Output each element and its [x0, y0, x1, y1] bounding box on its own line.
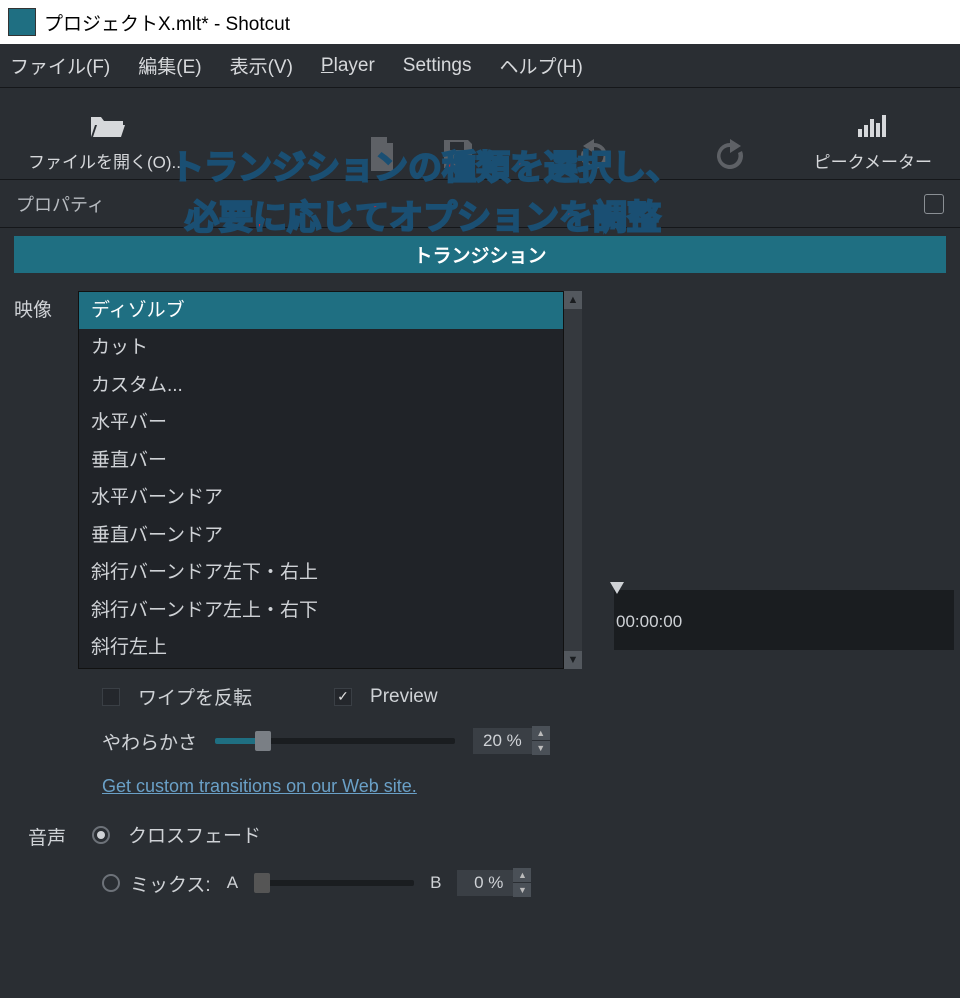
redo-icon — [710, 135, 750, 173]
scrollbar-track[interactable] — [564, 309, 582, 651]
video-label: 映像 — [14, 291, 60, 322]
custom-transitions-link[interactable]: Get custom transitions on our Web site. — [102, 776, 946, 797]
transition-item[interactable]: ディゾルブ — [79, 292, 563, 329]
audio-label: 音声 — [28, 819, 74, 850]
transition-item[interactable]: 斜行バーンドア左上・右下 — [79, 592, 563, 629]
softness-step-down[interactable]: ▼ — [532, 741, 550, 755]
softness-slider[interactable] — [215, 738, 455, 744]
playhead-marker-icon[interactable] — [610, 582, 624, 594]
transition-item[interactable]: 斜行左上 — [79, 629, 563, 666]
folder-open-icon — [87, 106, 127, 144]
preview-label: Preview — [370, 686, 438, 708]
scroll-up-icon[interactable]: ▲ — [564, 291, 582, 309]
softness-label: やわらかさ — [102, 728, 197, 755]
properties-title: プロパティ — [16, 191, 105, 217]
listbox-scrollbar[interactable]: ▲ ▼ — [564, 291, 582, 669]
transition-listbox[interactable]: ディゾルブカットカスタム...水平バー垂直バー水平バーンドア垂直バーンドア斜行バ… — [78, 291, 564, 669]
menu-view[interactable]: 表示(V) — [230, 52, 293, 79]
crossfade-radio[interactable] — [92, 826, 110, 844]
ruler-time: 00:00:00 — [616, 612, 682, 632]
window-title: プロジェクトX.mlt* - Shotcut — [44, 9, 290, 36]
mix-value[interactable]: 0 % — [457, 870, 513, 896]
peak-meter-label: ピークメーター — [814, 148, 932, 173]
titlebar: プロジェクトX.mlt* - Shotcut — [0, 0, 960, 44]
open-file-label: ファイルを開く(O)... — [28, 148, 186, 173]
menu-file[interactable]: ファイル(F) — [10, 52, 110, 79]
annotation-line-2: 必要に応じてオプションを調整 — [185, 190, 661, 239]
crossfade-label: クロスフェード — [128, 821, 261, 848]
mix-radio[interactable] — [102, 874, 120, 892]
menu-settings[interactable]: Settings — [403, 55, 472, 77]
mix-step-up[interactable]: ▲ — [513, 868, 531, 882]
menu-help[interactable]: ヘルプ(H) — [499, 52, 582, 79]
annotation-line-1: トランジションの種類を選択し、 — [170, 140, 680, 189]
menu-player[interactable]: Player — [321, 55, 375, 77]
softness-step-up[interactable]: ▲ — [532, 726, 550, 740]
menubar: ファイル(F) 編集(E) 表示(V) Player Settings ヘルプ(… — [0, 44, 960, 88]
transition-item[interactable]: 水平バー — [79, 404, 563, 441]
peak-meter-button[interactable]: ピークメーター — [796, 106, 950, 173]
detach-panel-icon[interactable] — [924, 194, 944, 214]
transition-item[interactable]: 水平バーンドア — [79, 479, 563, 516]
softness-value[interactable]: 20 % — [473, 728, 532, 754]
transition-section-title: トランジション — [14, 236, 946, 273]
mix-slider[interactable] — [254, 880, 414, 886]
mix-b-label: B — [430, 873, 441, 893]
shotcut-app-icon — [8, 8, 36, 36]
scroll-down-icon[interactable]: ▼ — [564, 651, 582, 669]
preview-checkbox[interactable] — [334, 688, 352, 706]
mix-step-down[interactable]: ▼ — [513, 883, 531, 897]
mix-a-label: A — [227, 873, 238, 893]
redo-button[interactable] — [692, 135, 768, 173]
transition-item[interactable]: カスタム... — [79, 367, 563, 404]
transition-item[interactable]: 斜行右上 — [79, 666, 563, 669]
properties-content: トランジション 映像 ディゾルブカットカスタム...水平バー垂直バー水平バーンド… — [0, 228, 960, 898]
invert-wipe-label: ワイプを反転 — [138, 683, 252, 710]
invert-wipe-checkbox[interactable] — [102, 688, 120, 706]
mix-label: ミックス: — [130, 870, 211, 897]
timeline-ruler[interactable]: 00:00:00 — [614, 590, 954, 650]
transition-item[interactable]: カット — [79, 329, 563, 366]
peak-meter-icon — [853, 106, 893, 144]
transition-item[interactable]: 斜行バーンドア左下・右上 — [79, 554, 563, 591]
menu-edit[interactable]: 編集(E) — [138, 52, 201, 79]
transition-item[interactable]: 垂直バーンドア — [79, 517, 563, 554]
transition-item[interactable]: 垂直バー — [79, 442, 563, 479]
